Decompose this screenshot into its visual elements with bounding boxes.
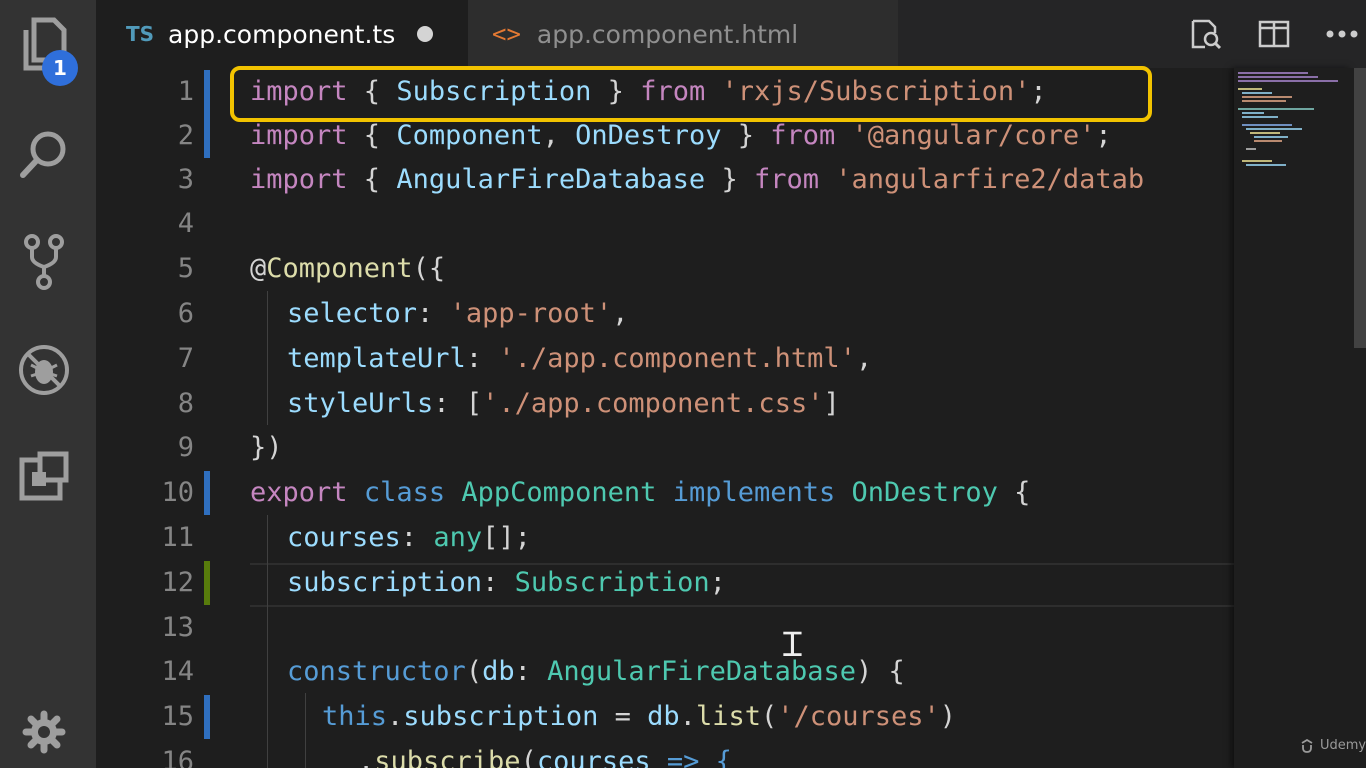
code-text: .subscribe(courses => { — [358, 746, 732, 768]
minimap-line — [1246, 128, 1302, 130]
code-line[interactable]: 14 constructor(db: AngularFireDatabase) … — [96, 650, 1234, 694]
code-line[interactable]: 13 — [96, 606, 1234, 650]
line-number: 13 — [161, 612, 194, 643]
code-editor[interactable]: 1 import { Subscription } from 'rxjs/Sub… — [96, 68, 1234, 768]
settings-gear-icon[interactable] — [14, 702, 74, 762]
line-number: 5 — [177, 253, 194, 284]
minimap-line — [1238, 80, 1338, 82]
line-number: 11 — [161, 522, 194, 553]
code-text: this.subscription = db.list('/courses') — [322, 701, 957, 732]
line-number: 14 — [161, 656, 194, 687]
unsaved-dot-icon[interactable] — [417, 26, 434, 42]
minimap-line — [1242, 124, 1292, 126]
minimap-line — [1238, 88, 1262, 90]
code-line[interactable]: 8 styleUrls: ['./app.component.css'] — [96, 382, 1234, 426]
minimap-line — [1242, 160, 1272, 162]
code-text: export class AppComponent implements OnD… — [250, 477, 1031, 508]
minimap-line — [1242, 92, 1272, 94]
git-modified-marker — [204, 70, 210, 114]
minimap-line — [1238, 108, 1314, 110]
html-file-icon: <> — [492, 20, 521, 48]
code-line[interactable]: 10 export class AppComponent implements … — [96, 471, 1234, 515]
git-added-marker — [204, 561, 210, 605]
minimap-line — [1242, 100, 1286, 102]
minimap-line — [1242, 112, 1264, 114]
code-line[interactable]: 6 selector: 'app-root', — [96, 292, 1234, 336]
code-line[interactable]: 7 templateUrl: './app.component.html', — [96, 337, 1234, 381]
code-text: templateUrl: './app.component.html', — [287, 343, 873, 374]
code-text: selector: 'app-root', — [287, 298, 629, 329]
line-number: 10 — [161, 477, 194, 508]
watermark-text: Udemy — [1320, 738, 1366, 753]
tab-title: app.component.ts — [168, 19, 396, 49]
udemy-logo-icon — [1301, 738, 1313, 753]
line-number: 15 — [161, 701, 194, 732]
tab-title: app.component.html — [536, 19, 799, 49]
line-number: 6 — [177, 298, 194, 329]
extensions-icon[interactable] — [14, 446, 74, 506]
minimap-line — [1242, 96, 1292, 98]
line-number: 7 — [177, 343, 194, 374]
code-text: courses: any[]; — [287, 522, 531, 553]
minimap-line — [1238, 72, 1308, 74]
line-number: 12 — [161, 567, 194, 598]
code-line[interactable]: 11 courses: any[]; — [96, 516, 1234, 560]
code-text: styleUrls: ['./app.component.css'] — [287, 388, 840, 419]
explorer-badge: 1 — [42, 50, 78, 86]
minimap-line — [1238, 76, 1318, 78]
minimap-line — [1246, 164, 1286, 166]
line-number: 16 — [161, 746, 194, 768]
tab-bar: TS app.component.ts <> app.component.htm… — [96, 0, 1366, 68]
code-text: constructor(db: AngularFireDatabase) { — [287, 656, 905, 687]
code-line[interactable]: 5 @Component({ — [96, 247, 1234, 291]
code-line[interactable]: 4 — [96, 202, 1234, 246]
text-cursor-icon: Ɪ — [783, 625, 802, 665]
code-text: subscription: Subscription; — [287, 567, 726, 598]
code-line[interactable]: 12 subscription: Subscription; — [96, 561, 1234, 605]
minimap-line — [1254, 140, 1282, 142]
minimap[interactable] — [1234, 68, 1352, 768]
source-control-icon[interactable] — [14, 232, 74, 292]
git-modified-marker — [204, 114, 210, 158]
open-preview-icon[interactable] — [1186, 14, 1226, 54]
split-editor-icon[interactable] — [1254, 14, 1294, 54]
debug-icon[interactable] — [14, 340, 74, 400]
tab-app-component-html[interactable]: <> app.component.html — [468, 0, 898, 68]
code-text: }) — [250, 432, 283, 463]
code-text: import { AngularFireDatabase } from 'ang… — [250, 164, 1145, 195]
git-modified-marker — [204, 471, 210, 515]
line-number: 1 — [177, 76, 194, 107]
typescript-file-icon: TS — [126, 22, 155, 46]
line-number: 3 — [177, 164, 194, 195]
more-actions-icon[interactable] — [1322, 14, 1362, 54]
minimap-line — [1246, 148, 1256, 150]
code-line[interactable]: 15 this.subscription = db.list('/courses… — [96, 695, 1234, 739]
scrollbar-thumb[interactable] — [1354, 68, 1366, 348]
minimap-line — [1254, 136, 1288, 138]
tab-app-component-ts[interactable]: TS app.component.ts — [96, 0, 468, 68]
git-modified-marker — [204, 695, 210, 739]
code-line[interactable]: 9 }) — [96, 426, 1234, 470]
line-number: 9 — [177, 432, 194, 463]
highlight-annotation-box — [230, 66, 1152, 122]
search-icon[interactable] — [14, 124, 74, 184]
vertical-scrollbar[interactable] — [1352, 68, 1366, 768]
code-line[interactable]: 16 .subscribe(courses => { — [96, 740, 1234, 768]
line-number: 2 — [177, 120, 194, 151]
code-line[interactable]: 3 import { AngularFireDatabase } from 'a… — [96, 158, 1234, 202]
udemy-watermark: Udemy — [1300, 738, 1366, 753]
line-number: 4 — [177, 208, 194, 239]
activity-bar: 1 — [0, 0, 96, 768]
code-text: @Component({ — [250, 253, 446, 284]
minimap-line — [1242, 116, 1278, 118]
line-number: 8 — [177, 388, 194, 419]
minimap-line — [1250, 132, 1280, 134]
